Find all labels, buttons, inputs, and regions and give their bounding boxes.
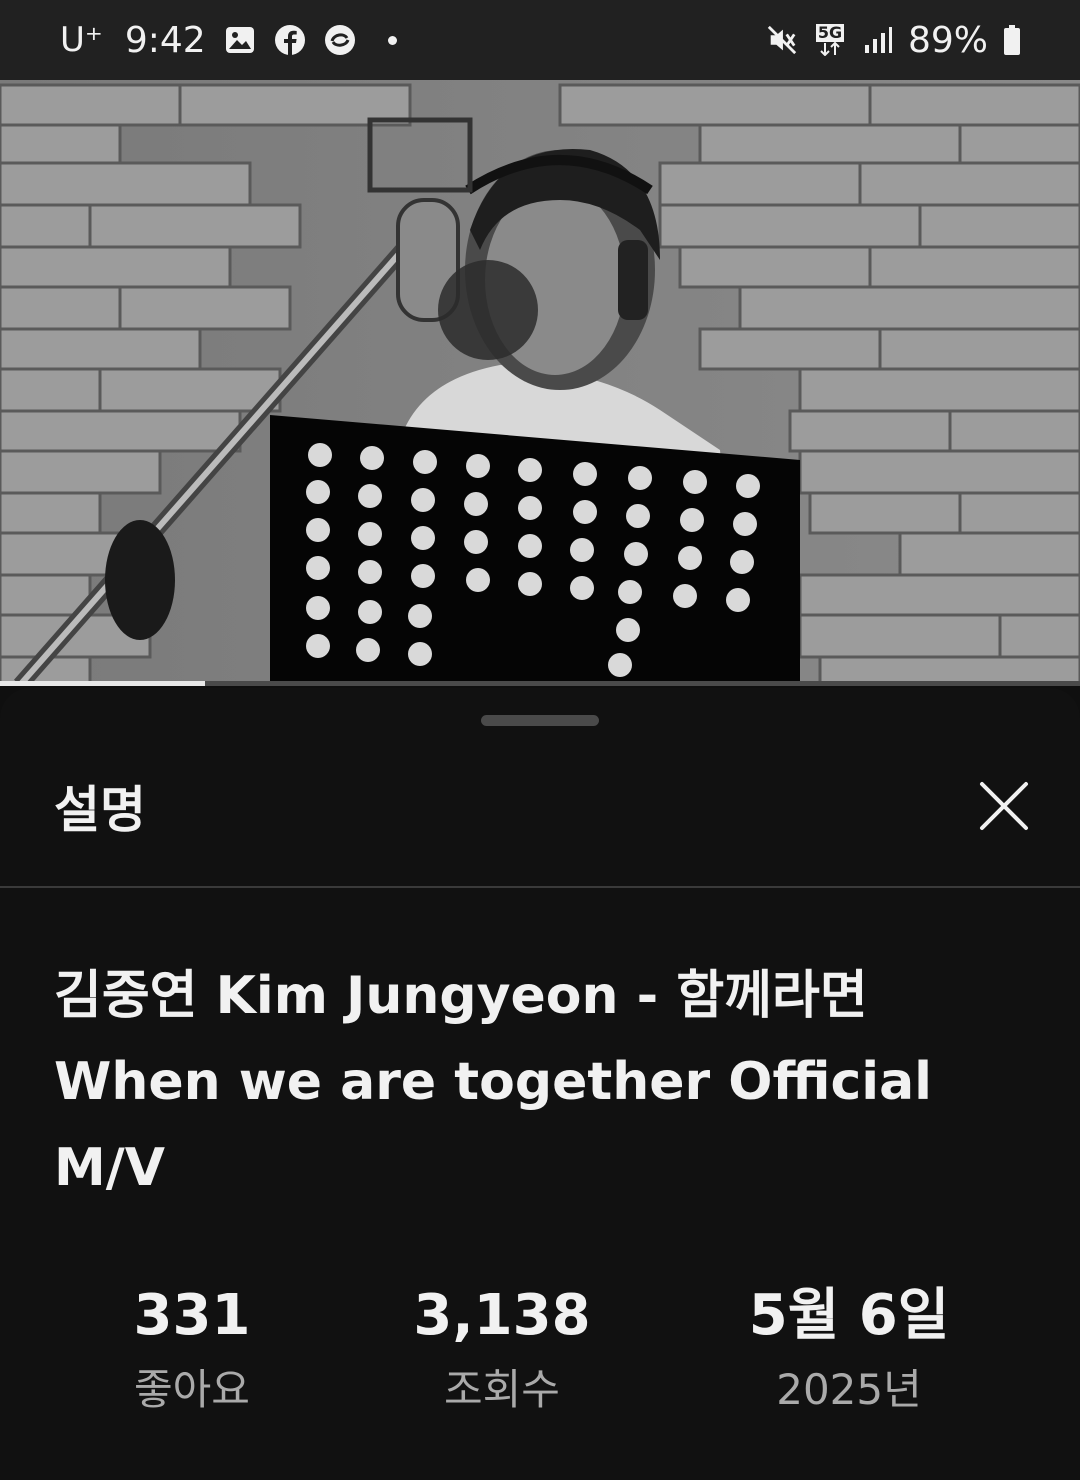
likes-stat: 331 좋아요 (42, 1280, 342, 1418)
video-player[interactable] (0, 80, 1080, 685)
upload-year: 2025년 (776, 1365, 922, 1414)
5g-data-icon: 5G (812, 24, 848, 56)
description-sheet: 설명 김중연 Kim Jungyeon - 함께라면 When we are t… (0, 688, 1080, 1480)
upload-date: 5월 6일 (748, 1283, 950, 1348)
close-icon (980, 782, 1028, 830)
likes-count: 331 (133, 1283, 251, 1348)
gallery-icon (224, 24, 256, 56)
video-frame-thumbnail (0, 80, 1080, 685)
views-stat: 3,138 조회수 (352, 1280, 652, 1418)
video-progress-fill (0, 681, 206, 686)
views-count: 3,138 (413, 1283, 591, 1348)
sync-app-icon (324, 24, 356, 56)
facebook-icon (274, 24, 306, 56)
battery-icon (1002, 24, 1022, 56)
views-label: 조회수 (444, 1365, 560, 1414)
battery-percent: 89% (907, 19, 988, 61)
notification-dot (387, 35, 397, 45)
mute-icon (766, 24, 798, 56)
likes-label: 좋아요 (134, 1365, 250, 1414)
sheet-divider (0, 886, 1080, 888)
video-progress-bar[interactable] (0, 681, 1080, 686)
signal-bars-icon (862, 24, 894, 56)
sheet-title: 설명 (54, 781, 146, 839)
network-type-label: 5G (815, 23, 845, 42)
video-title: 김중연 Kim Jungyeon - 함께라면 When we are toge… (54, 966, 933, 1198)
upload-date-stat: 5월 6일 2025년 (699, 1280, 999, 1418)
status-bar: U⁺ 9:42 5G 89% (0, 0, 1080, 80)
sheet-drag-handle[interactable] (481, 715, 599, 726)
clock-time: 9:42 (124, 19, 206, 61)
close-button[interactable] (970, 772, 1038, 840)
carrier-label: U⁺ (60, 20, 103, 60)
